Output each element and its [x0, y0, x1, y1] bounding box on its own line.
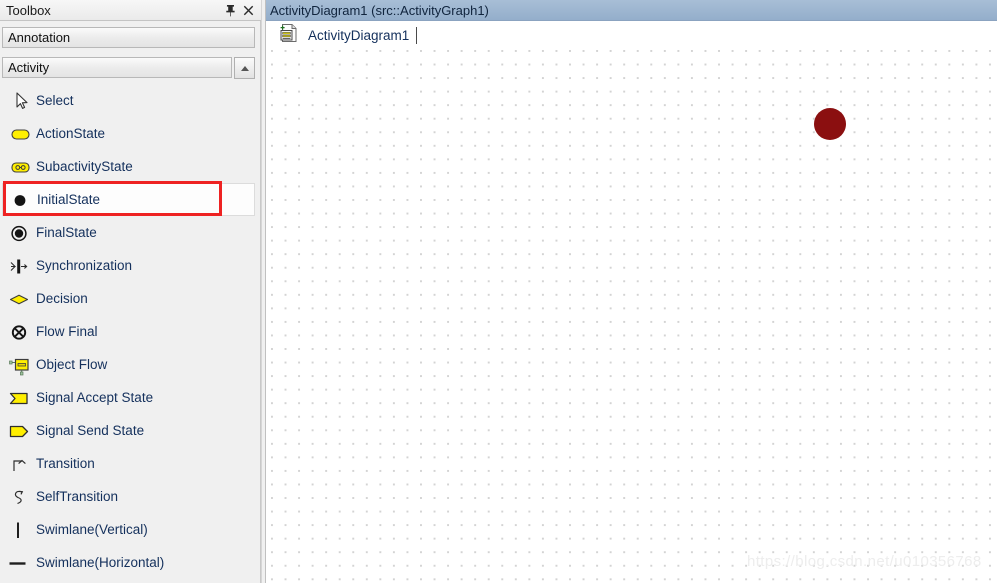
toolbox-titlebar: Toolbox [0, 0, 261, 21]
toolbox-group-annotation[interactable]: Annotation [2, 27, 255, 48]
toolbox-item-signal-send-state[interactable]: Signal Send State [2, 414, 255, 447]
pin-icon[interactable] [222, 2, 239, 19]
tab-text-caret [416, 27, 418, 44]
application-window: Toolbox Annotation Activity Select Actio… [0, 0, 997, 583]
toolbox-item-label: Transition [36, 456, 95, 471]
editor-title: ActivityDiagram1 (src::ActivityGraph1) [270, 3, 489, 18]
toolbox-item-label: Signal Send State [36, 423, 145, 438]
object-flow-icon [6, 353, 36, 377]
toolbox-item-flow-final[interactable]: Flow Final [2, 315, 255, 348]
toolbox-item-label: InitialState [37, 192, 101, 207]
toolbox-item-label: Decision [36, 291, 88, 306]
toolbox-item-label: SelfTransition [36, 489, 119, 504]
toolbox-item-label: ActionState [36, 126, 106, 141]
toolbox-item-label: Swimlane(Vertical) [36, 522, 148, 537]
toolbox-item-select[interactable]: Select [2, 84, 255, 117]
toolbox-item-label: FinalState [36, 225, 97, 240]
chevron-up-icon [241, 66, 249, 71]
transition-arrow-icon [6, 452, 36, 476]
toolbox-item-label: SubactivityState [36, 159, 133, 174]
toolbox-item-selftransition[interactable]: SelfTransition [2, 480, 255, 513]
subactivity-state-icon [6, 155, 36, 179]
toolbox-item-list: Select ActionState SubactivityState Init… [2, 84, 255, 583]
action-state-icon [6, 122, 36, 146]
toolbox-item-synchronization[interactable]: Synchronization [2, 249, 255, 282]
toolbox-item-decision[interactable]: Decision [2, 282, 255, 315]
canvas-node-initialstate[interactable] [814, 108, 846, 140]
toolbox-item-swimlane-horizontal[interactable]: Swimlane(Horizontal) [2, 546, 255, 579]
watermark-text: https://blog.csdn.net/u010356768 [747, 553, 982, 570]
toolbox-item-label: Select [36, 93, 74, 108]
toolbox-item-label: Flow Final [36, 324, 98, 339]
toolbox-item-subactivitystate[interactable]: SubactivityState [2, 150, 255, 183]
toolbox-item-transition[interactable]: Transition [2, 447, 255, 480]
signal-accept-icon [6, 386, 36, 410]
toolbox-item-initialstate[interactable]: InitialState [2, 183, 255, 216]
toolbox-group-annotation-label: Annotation [8, 30, 71, 45]
signal-send-icon [6, 419, 36, 443]
toolbox-item-finalstate[interactable]: FinalState [2, 216, 255, 249]
synchronization-bar-icon [6, 254, 36, 278]
toolbox-title: Toolbox [6, 3, 51, 18]
toolbox-scroll-up-button[interactable] [234, 57, 255, 79]
toolbox-group-activity[interactable]: Activity [2, 57, 232, 78]
flow-final-icon [6, 320, 36, 344]
close-icon[interactable] [240, 2, 257, 19]
toolbox-item-signal-accept-state[interactable]: Signal Accept State [2, 381, 255, 414]
toolbox-panel: Toolbox Annotation Activity Select Actio… [0, 0, 261, 583]
toolbox-item-label: Synchronization [36, 258, 133, 273]
toolbox-item-swimlane-vertical[interactable]: Swimlane(Vertical) [2, 513, 255, 546]
self-transition-icon [6, 485, 36, 509]
toolbox-group-activity-label: Activity [8, 60, 50, 75]
toolbox-item-actionstate[interactable]: ActionState [2, 117, 255, 150]
editor-titlebar: ActivityDiagram1 (src::ActivityGraph1) [266, 0, 997, 21]
swimlane-horizontal-icon [6, 551, 36, 575]
toolbox-item-label: Signal Accept State [36, 390, 154, 405]
diagram-editor-panel: ActivityDiagram1 (src::ActivityGraph1) A… [266, 0, 997, 583]
tab-label: ActivityDiagram1 [308, 28, 410, 43]
toolbox-item-object-flow[interactable]: Object Flow [2, 348, 255, 381]
toolbox-item-label: Object Flow [36, 357, 108, 372]
toolbox-item-label: Swimlane(Horizontal) [36, 555, 165, 570]
swimlane-vertical-icon [6, 518, 36, 542]
initial-state-icon [7, 188, 37, 212]
diagram-canvas[interactable]: https://blog.csdn.net/u010356768 [266, 48, 997, 583]
decision-diamond-icon [6, 287, 36, 311]
cursor-arrow-icon [6, 89, 36, 113]
final-state-icon [6, 221, 36, 245]
tab-activitydiagram1[interactable]: ActivityDiagram1 [274, 23, 420, 48]
diagram-document-icon [280, 23, 299, 48]
editor-tabstrip: ActivityDiagram1 [266, 22, 997, 49]
